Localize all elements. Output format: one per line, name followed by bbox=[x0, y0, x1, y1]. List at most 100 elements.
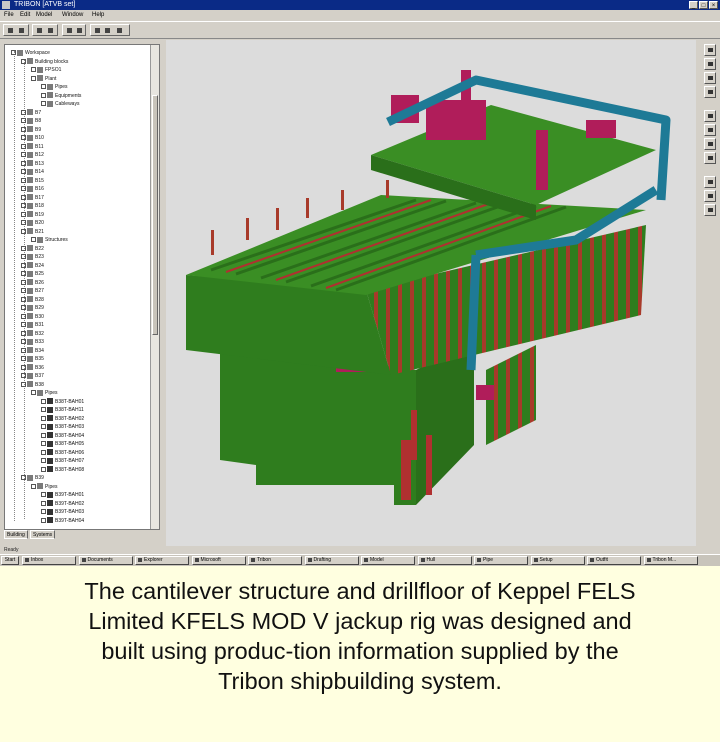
tree-item[interactable]: B38T-BAH08 bbox=[41, 466, 84, 475]
view-tool-iso-icon[interactable] bbox=[704, 152, 716, 164]
model-tree-panel[interactable]: Workspace Building blocks FPSO1 Plant Pipes E… bbox=[4, 44, 160, 530]
expand-toggle-icon[interactable] bbox=[41, 458, 46, 464]
taskbar-task[interactable]: Outfit bbox=[587, 556, 641, 565]
expand-toggle-icon[interactable] bbox=[21, 58, 26, 64]
taskbar-task[interactable]: Inbox bbox=[22, 556, 76, 565]
expand-toggle-icon[interactable] bbox=[41, 449, 46, 455]
taskbar-task[interactable]: Tribon bbox=[248, 556, 302, 565]
view-tool-hide-icon[interactable] bbox=[704, 204, 716, 216]
tree-item[interactable]: B39T-BAH04 bbox=[41, 517, 84, 526]
expand-toggle-icon[interactable] bbox=[41, 92, 46, 98]
menu-window[interactable]: Window bbox=[62, 10, 83, 21]
expand-toggle-icon[interactable] bbox=[21, 356, 26, 362]
expand-toggle-icon[interactable] bbox=[41, 432, 46, 438]
expand-toggle-icon[interactable] bbox=[31, 67, 36, 73]
expand-toggle-icon[interactable] bbox=[41, 509, 46, 515]
toolbar-group-edit[interactable] bbox=[32, 24, 58, 36]
expand-toggle-icon[interactable] bbox=[21, 313, 26, 319]
expand-toggle-icon[interactable] bbox=[31, 390, 36, 396]
view-tool-zoom-icon[interactable] bbox=[704, 72, 716, 84]
taskbar-task[interactable]: Documents bbox=[78, 556, 133, 565]
taskbar-task[interactable]: Tribon M... bbox=[643, 556, 698, 565]
taskbar-task[interactable]: Setup bbox=[530, 556, 585, 565]
tree-scrollbar[interactable] bbox=[150, 45, 159, 529]
expand-toggle-icon[interactable] bbox=[21, 288, 26, 294]
view-tool-wire-icon[interactable] bbox=[704, 190, 716, 202]
expand-toggle-icon[interactable] bbox=[41, 517, 46, 523]
minimize-button[interactable]: _ bbox=[689, 1, 698, 9]
expand-toggle-icon[interactable] bbox=[21, 381, 26, 387]
expand-toggle-icon[interactable] bbox=[21, 296, 26, 302]
taskbar-task[interactable]: Microsoft bbox=[191, 556, 246, 565]
expand-toggle-icon[interactable] bbox=[21, 143, 26, 149]
tab-systems[interactable]: Systems bbox=[30, 530, 56, 539]
expand-toggle-icon[interactable] bbox=[21, 118, 26, 124]
expand-toggle-icon[interactable] bbox=[21, 271, 26, 277]
expand-toggle-icon[interactable] bbox=[41, 407, 46, 413]
expand-toggle-icon[interactable] bbox=[21, 339, 26, 345]
expand-toggle-icon[interactable] bbox=[21, 135, 26, 141]
expand-toggle-icon[interactable] bbox=[21, 330, 26, 336]
expand-toggle-icon[interactable] bbox=[41, 101, 46, 107]
taskbar-task[interactable]: Pipe bbox=[474, 556, 528, 565]
start-button[interactable]: Start bbox=[1, 556, 19, 565]
expand-toggle-icon[interactable] bbox=[21, 177, 26, 183]
taskbar-task[interactable]: Hull bbox=[417, 556, 472, 565]
expand-toggle-icon[interactable] bbox=[21, 262, 26, 268]
taskbar-task[interactable]: Explorer bbox=[135, 556, 189, 565]
expand-toggle-icon[interactable] bbox=[41, 492, 46, 498]
menu-edit[interactable]: Edit bbox=[20, 10, 30, 21]
expand-toggle-icon[interactable] bbox=[21, 254, 26, 260]
expand-toggle-icon[interactable] bbox=[21, 373, 26, 379]
close-button[interactable]: × bbox=[709, 1, 718, 9]
expand-toggle-icon[interactable] bbox=[21, 169, 26, 175]
taskbar-task[interactable]: Drafting bbox=[304, 556, 359, 565]
view-tool-front-icon[interactable] bbox=[704, 110, 716, 122]
expand-toggle-icon[interactable] bbox=[31, 75, 36, 81]
expand-toggle-icon[interactable] bbox=[21, 109, 26, 115]
3d-model-viewport[interactable] bbox=[166, 40, 696, 546]
expand-toggle-icon[interactable] bbox=[41, 466, 46, 472]
toolbar-group-tools[interactable] bbox=[90, 24, 130, 36]
expand-toggle-icon[interactable] bbox=[21, 322, 26, 328]
view-tool-top-icon[interactable] bbox=[704, 124, 716, 136]
tree-item[interactable]: Cableways bbox=[41, 100, 79, 109]
expand-toggle-icon[interactable] bbox=[21, 186, 26, 192]
expand-toggle-icon[interactable] bbox=[21, 152, 26, 158]
expand-toggle-icon[interactable] bbox=[31, 237, 36, 243]
menu-model[interactable]: Model bbox=[36, 10, 52, 21]
expand-toggle-icon[interactable] bbox=[21, 160, 26, 166]
view-tool-pan-icon[interactable] bbox=[704, 58, 716, 70]
expand-toggle-icon[interactable] bbox=[21, 228, 26, 234]
tab-building[interactable]: Building bbox=[4, 530, 28, 539]
expand-toggle-icon[interactable] bbox=[21, 203, 26, 209]
expand-toggle-icon[interactable] bbox=[21, 126, 26, 132]
expand-toggle-icon[interactable] bbox=[41, 84, 46, 90]
expand-toggle-icon[interactable] bbox=[21, 475, 26, 481]
expand-toggle-icon[interactable] bbox=[21, 305, 26, 311]
view-tool-shade-icon[interactable] bbox=[704, 176, 716, 188]
menu-help[interactable]: Help bbox=[92, 10, 104, 21]
expand-toggle-icon[interactable] bbox=[41, 398, 46, 404]
expand-toggle-icon[interactable] bbox=[11, 50, 16, 56]
menu-file[interactable]: File bbox=[4, 10, 14, 21]
expand-toggle-icon[interactable] bbox=[21, 194, 26, 200]
view-tool-fit-icon[interactable] bbox=[704, 86, 716, 98]
tree-scrollbar-thumb[interactable] bbox=[152, 95, 158, 335]
expand-toggle-icon[interactable] bbox=[21, 347, 26, 353]
expand-toggle-icon[interactable] bbox=[41, 424, 46, 430]
expand-toggle-icon[interactable] bbox=[21, 245, 26, 251]
toolbar-group-file[interactable] bbox=[3, 24, 29, 36]
maximize-button[interactable]: □ bbox=[699, 1, 708, 9]
app-icon[interactable] bbox=[2, 1, 10, 9]
taskbar-task[interactable]: Model bbox=[361, 556, 415, 565]
expand-toggle-icon[interactable] bbox=[21, 279, 26, 285]
expand-toggle-icon[interactable] bbox=[41, 415, 46, 421]
expand-toggle-icon[interactable] bbox=[41, 500, 46, 506]
expand-toggle-icon[interactable] bbox=[21, 211, 26, 217]
view-tool-side-icon[interactable] bbox=[704, 138, 716, 150]
view-tool-rotate-icon[interactable] bbox=[704, 44, 716, 56]
expand-toggle-icon[interactable] bbox=[21, 364, 26, 370]
expand-toggle-icon[interactable] bbox=[41, 441, 46, 447]
expand-toggle-icon[interactable] bbox=[31, 483, 36, 489]
